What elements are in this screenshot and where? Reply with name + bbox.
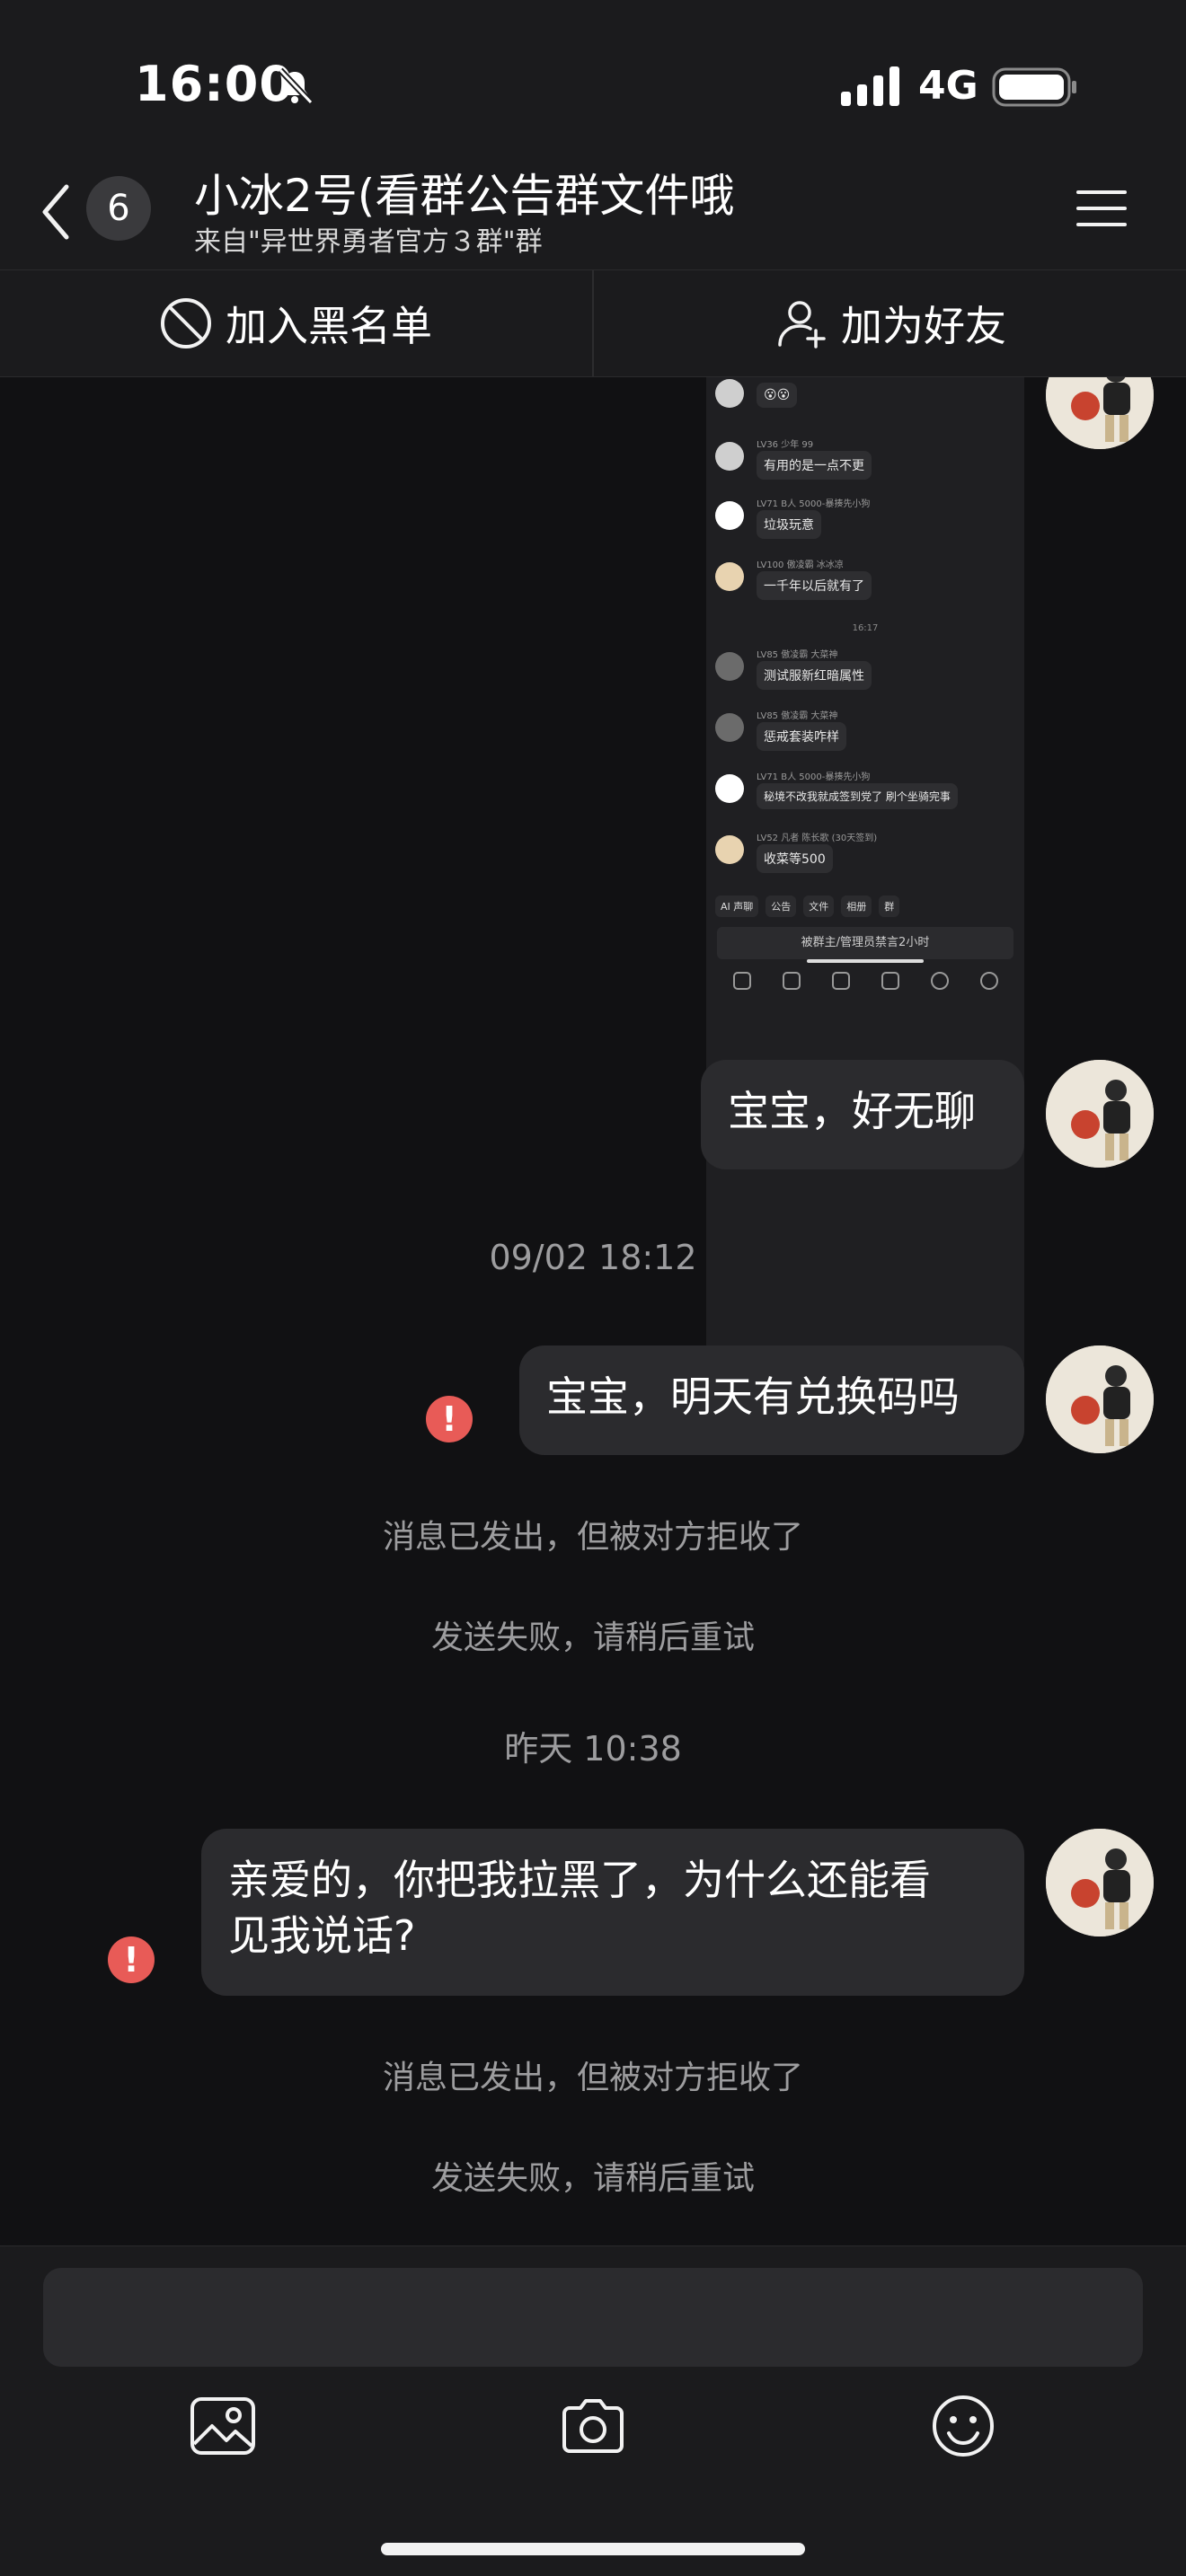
error-icon[interactable]: ! [426, 1396, 473, 1442]
mini-toolbar: AI 声聊 公告 文件 相册 群 [715, 891, 1015, 922]
status-time: 16:00 [135, 56, 294, 112]
mini-chip: AI 声聊 [715, 895, 759, 917]
mini-avatar [715, 652, 744, 681]
chat-screen: 16:00 4G 6 小冰2号(看群公告群文件哦 来自"异世界勇者官方３群"群 [0, 0, 1186, 2576]
mini-meta: LV71 B人 5000-暴揍先小狗 [757, 772, 871, 782]
mini-chip: 公告 [766, 895, 797, 917]
message-bubble[interactable]: 亲爱的，你把我拉黑了，为什么还能看 见我说话? [201, 1829, 1024, 1996]
emoji-icon[interactable] [927, 2390, 999, 2462]
mini-meta: LV85 傲凌霸 大菜神 [757, 650, 838, 660]
avatar-figure-icon [1046, 1829, 1154, 1936]
signal-icon [841, 66, 899, 106]
block-icon [161, 298, 211, 348]
mini-box-icon [881, 972, 899, 990]
mini-muted-notice: 被群主/管理员禁言2小时 [717, 927, 1013, 959]
camera-icon[interactable] [557, 2390, 629, 2462]
image-icon[interactable] [187, 2390, 259, 2462]
message-line: 见我说话? [228, 1911, 416, 1960]
mini-bubble: 有用的是一点不更 [757, 451, 872, 480]
mini-avatar [715, 379, 744, 408]
avatar-figure-icon [1046, 377, 1154, 449]
mini-home-indicator [807, 959, 924, 963]
avatar-figure-icon [1046, 1060, 1154, 1168]
message-line: 亲爱的，你把我拉黑了，为什么还能看 [228, 1856, 931, 1904]
failed-notice: 发送失败，请稍后重试 [430, 1619, 755, 1656]
mini-message-row: 😮😮 [715, 377, 1021, 428]
mini-image-icon [782, 972, 801, 990]
home-indicator[interactable] [381, 2543, 805, 2555]
mini-message-row: LV85 傲凌霸 大菜神 惩戒套装咋样 [715, 708, 1021, 762]
mini-avatar [715, 774, 744, 803]
mini-mic-icon [732, 972, 751, 990]
mini-chip: 群 [879, 895, 900, 917]
message-input[interactable] [43, 2268, 1143, 2367]
mini-bubble: 收菜等500 [757, 844, 833, 873]
message-bubble[interactable]: 宝宝，明天有兑换码吗 [519, 1345, 1024, 1455]
message-bubble[interactable]: 宝宝，好无聊 [701, 1060, 1024, 1169]
avatar-figure-icon [1046, 1345, 1154, 1453]
mini-message-row: LV52 凡者 陈长歌 (30天签到) 收菜等500 [715, 830, 1021, 884]
avatar[interactable] [1046, 1829, 1154, 1936]
status-bar: 16:00 4G [0, 0, 1186, 144]
shared-screenshot-image[interactable]: 😮😮 LV36 少年 99 有用的是一点不更 LV71 B人 5000-暴揍先小… [706, 377, 1024, 1379]
block-button[interactable]: 加入黑名单 [0, 270, 591, 376]
mini-timestamp: 16:17 [852, 623, 879, 633]
timestamp: 09/02 18:12 [489, 1238, 697, 1277]
chat-subtitle: 来自"异世界勇者官方３群"群 [194, 226, 543, 258]
mini-bubble: 测试服新红暗属性 [757, 661, 872, 690]
add-friend-button[interactable]: 加为好友 [595, 270, 1186, 376]
menu-icon[interactable] [1075, 189, 1128, 228]
mini-message-row: LV36 少年 99 有用的是一点不更 [715, 437, 1021, 490]
rejected-notice: 消息已发出，但被对方拒收了 [382, 2060, 803, 2096]
mini-message-row: LV85 傲凌霸 大菜神 测试服新红暗属性 [715, 647, 1021, 701]
mini-meta: LV52 凡者 陈长歌 (30天签到) [757, 834, 878, 843]
error-icon[interactable]: ! [108, 1936, 155, 1983]
block-label: 加入黑名单 [226, 302, 432, 350]
rejected-notice: 消息已发出，但被对方拒收了 [382, 1519, 803, 1556]
message-list[interactable]: 😮😮 LV36 少年 99 有用的是一点不更 LV71 B人 5000-暴揍先小… [0, 377, 1186, 2245]
mini-avatar [715, 713, 744, 742]
unread-count-badge[interactable]: 6 [86, 176, 151, 241]
mini-meta: LV100 傲凌霸 冰冰凉 [757, 560, 844, 570]
composer [0, 2245, 1186, 2576]
chevron-left-icon[interactable] [36, 180, 79, 244]
mini-message-row: LV100 傲凌霸 冰冰凉 一千年以后就有了 [715, 557, 1021, 611]
mini-camera-icon [831, 972, 850, 990]
mini-bubble: 秘境不改我就成签到党了 刷个坐骑完事 [757, 783, 958, 809]
mini-chip: 文件 [803, 895, 835, 917]
timestamp: 昨天 10:38 [504, 1729, 682, 1769]
mini-bubble: 垃圾玩意 [757, 510, 821, 539]
action-bar: 加入黑名单 加为好友 [0, 269, 1186, 377]
mini-avatar [715, 835, 744, 864]
mini-meta: LV71 B人 5000-暴揍先小狗 [757, 499, 871, 509]
mini-message-row: LV71 B人 5000-暴揍先小狗 垃圾玩意 [715, 496, 1021, 550]
action-divider [592, 270, 594, 376]
add-friend-label: 加为好友 [841, 302, 1006, 350]
network-label: 4G [918, 63, 978, 109]
mini-bubble: 惩戒套装咋样 [757, 722, 846, 751]
mini-message-row: LV71 B人 5000-暴揍先小狗 秘境不改我就成签到党了 刷个坐骑完事 [715, 769, 1021, 823]
mini-meta: LV36 少年 99 [757, 440, 814, 450]
mini-avatar [715, 442, 744, 471]
mini-bubble: 😮😮 [757, 383, 798, 408]
avatar[interactable] [1046, 377, 1154, 449]
mini-bubble: 一千年以后就有了 [757, 571, 872, 600]
avatar[interactable] [1046, 1345, 1154, 1453]
avatar[interactable] [1046, 1060, 1154, 1168]
nav-header: 6 小冰2号(看群公告群文件哦 来自"异世界勇者官方３群"群 [0, 144, 1186, 269]
mini-icon-row [717, 963, 1013, 999]
failed-notice: 发送失败，请稍后重试 [430, 2160, 755, 2197]
chat-title[interactable]: 小冰2号(看群公告群文件哦 [194, 160, 734, 225]
mini-avatar [715, 501, 744, 530]
add-user-icon [778, 301, 826, 348]
mini-avatar [715, 562, 744, 591]
mini-emoji-icon [930, 972, 949, 990]
mini-meta: LV85 傲凌霸 大菜神 [757, 711, 838, 721]
mini-plus-icon [979, 972, 998, 990]
battery-icon [992, 67, 1076, 107]
bell-slash-icon [278, 67, 314, 105]
mini-chip: 相册 [841, 895, 872, 917]
